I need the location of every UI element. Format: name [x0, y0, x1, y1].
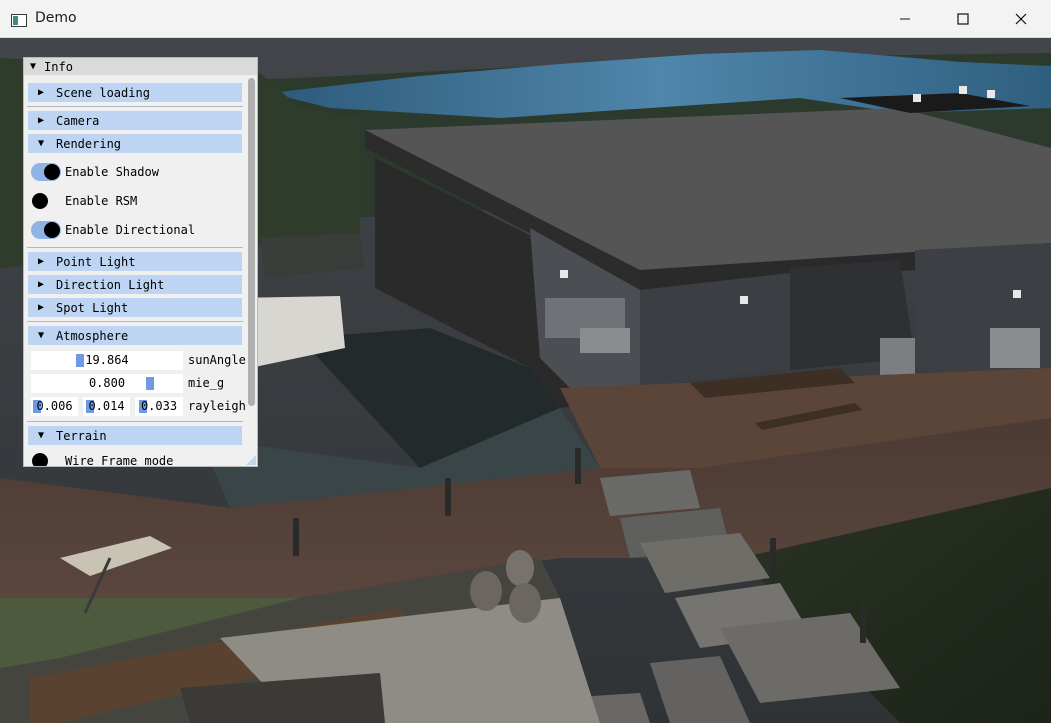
slider-grab[interactable]: [146, 377, 154, 390]
section-spot-light[interactable]: ▶ Spot Light: [28, 298, 242, 317]
section-camera-label: Camera: [56, 113, 100, 128]
rayleigh-value-r: 0.006: [36, 399, 73, 413]
section-terrain-label: Terrain: [56, 428, 107, 443]
enable-directional-label: Enable Directional: [65, 222, 196, 237]
sun-angle-label: sunAngle: [188, 353, 246, 367]
toggle-knob: [44, 163, 60, 180]
window-titlebar[interactable]: Demo: [0, 0, 1051, 38]
info-panel[interactable]: ▼ Info ▶ Scene loading ▶ Camera ▼ Render…: [23, 57, 258, 467]
rayleigh-row: 0.006 0.014 0.033 rayleigh: [28, 395, 246, 418]
rayleigh-slider-b[interactable]: 0.033: [135, 397, 183, 416]
maximize-icon: [957, 13, 969, 25]
expand-triangle-icon: ▶: [38, 279, 45, 290]
rayleigh-label: rayleigh: [188, 399, 246, 413]
section-point-light[interactable]: ▶ Point Light: [28, 252, 242, 271]
close-button[interactable]: [992, 0, 1050, 38]
section-camera[interactable]: ▶ Camera: [28, 111, 242, 130]
separator: [27, 421, 243, 422]
toggle-knob: [32, 453, 48, 466]
enable-rsm-toggle[interactable]: [31, 192, 61, 210]
expand-triangle-icon: ▶: [38, 87, 45, 98]
expand-triangle-icon: ▶: [38, 115, 45, 126]
window-title: Demo: [35, 10, 77, 26]
separator: [27, 321, 243, 322]
rayleigh-value-g: 0.014: [88, 399, 125, 413]
section-direction-light[interactable]: ▶ Direction Light: [28, 275, 242, 294]
minimize-button[interactable]: [876, 0, 934, 38]
section-spot-light-label: Spot Light: [56, 300, 129, 315]
section-terrain[interactable]: ▼ Terrain: [28, 426, 242, 445]
section-scene-loading[interactable]: ▶ Scene loading: [28, 83, 242, 102]
panel-scrollbar-thumb[interactable]: [248, 78, 255, 406]
enable-shadow-label: Enable Shadow: [65, 164, 159, 179]
info-panel-title: Info: [44, 59, 73, 74]
enable-directional-row: Enable Directional: [28, 215, 242, 244]
section-rendering-label: Rendering: [56, 136, 122, 151]
close-icon: [1015, 13, 1027, 25]
enable-shadow-row: Enable Shadow: [28, 157, 242, 186]
section-scene-loading-label: Scene loading: [56, 85, 150, 100]
collapse-triangle-icon: ▼: [38, 330, 45, 341]
wire-frame-toggle[interactable]: [31, 452, 61, 466]
sun-angle-slider[interactable]: 19.864: [31, 351, 183, 370]
sun-angle-value: 19.864: [85, 353, 129, 367]
section-rendering[interactable]: ▼ Rendering: [28, 134, 242, 153]
toggle-knob: [32, 192, 48, 209]
wire-frame-label: Wire Frame mode: [65, 454, 174, 467]
separator: [27, 247, 243, 248]
minimize-icon: [900, 18, 910, 20]
info-panel-body: ▶ Scene loading ▶ Camera ▼ Rendering Ena…: [27, 78, 246, 467]
rayleigh-value-b: 0.033: [140, 399, 178, 413]
app-icon: [11, 12, 27, 27]
collapse-triangle-icon[interactable]: ▼: [30, 61, 36, 72]
mie-g-label: mie_g: [188, 376, 225, 390]
toggle-knob: [44, 221, 60, 238]
info-panel-titlebar[interactable]: ▼ Info: [24, 58, 257, 75]
rayleigh-slider-g[interactable]: 0.014: [83, 397, 130, 416]
section-direction-light-label: Direction Light: [56, 277, 165, 292]
enable-rsm-label: Enable RSM: [65, 193, 138, 208]
mie-g-slider[interactable]: 0.800: [31, 374, 183, 393]
maximize-button[interactable]: [934, 0, 992, 38]
enable-rsm-row: Enable RSM: [28, 186, 242, 215]
section-atmosphere[interactable]: ▼ Atmosphere: [28, 326, 242, 345]
section-point-light-label: Point Light: [56, 254, 136, 269]
collapse-triangle-icon: ▼: [38, 430, 45, 441]
rayleigh-slider-r[interactable]: 0.006: [31, 397, 78, 416]
section-atmosphere-label: Atmosphere: [56, 328, 129, 343]
wire-frame-row: Wire Frame mode: [28, 449, 242, 467]
panel-resize-grip[interactable]: [246, 455, 256, 465]
separator: [27, 106, 243, 107]
mie-g-row: 0.800 mie_g: [28, 372, 242, 395]
expand-triangle-icon: ▶: [38, 302, 45, 313]
slider-grab[interactable]: [76, 354, 84, 367]
sun-angle-row: 19.864 sunAngle: [28, 349, 246, 372]
mie-g-value: 0.800: [88, 376, 126, 390]
enable-shadow-toggle[interactable]: [31, 162, 61, 181]
collapse-triangle-icon: ▼: [38, 138, 45, 149]
enable-directional-toggle[interactable]: [31, 220, 61, 239]
expand-triangle-icon: ▶: [38, 256, 45, 267]
